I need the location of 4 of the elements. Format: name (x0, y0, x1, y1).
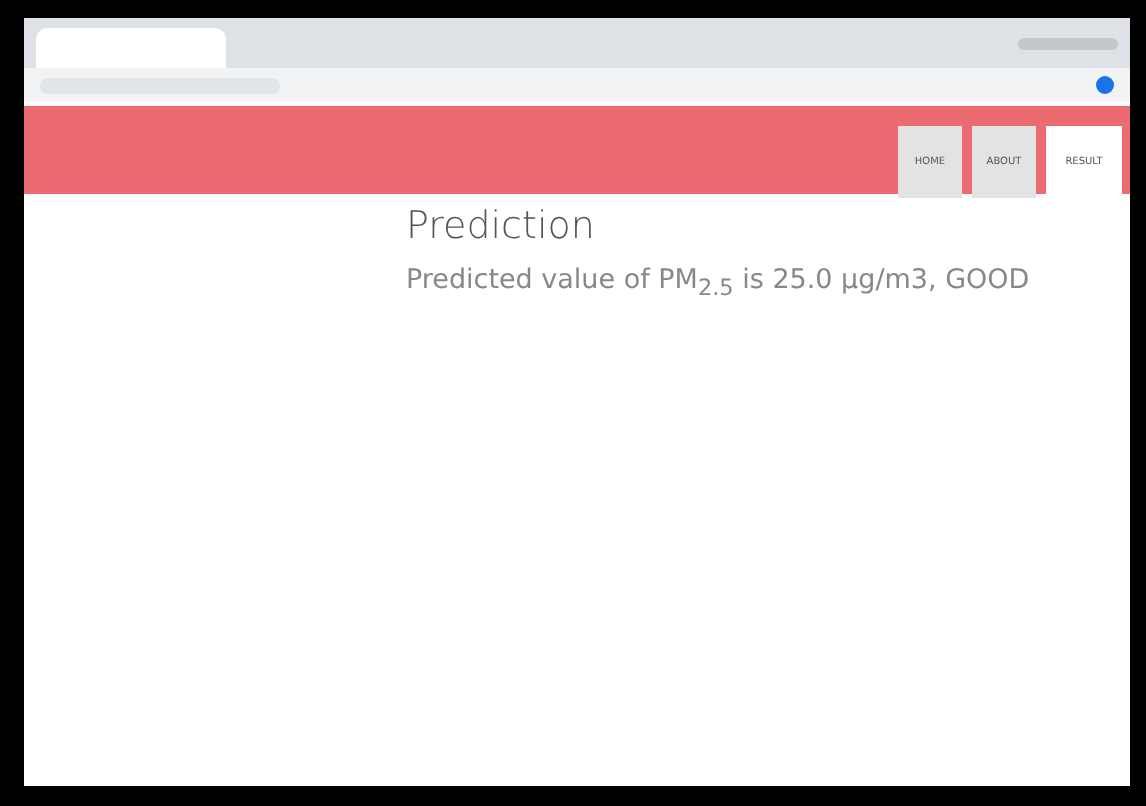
profile-icon[interactable] (1096, 76, 1114, 94)
prediction-text: Predicted value of PM$_{2.5}$ is 25.0 μg/m3, GOOD (406, 264, 1032, 302)
page-title: Prediction (406, 204, 597, 248)
browser-tab[interactable] (36, 28, 226, 68)
